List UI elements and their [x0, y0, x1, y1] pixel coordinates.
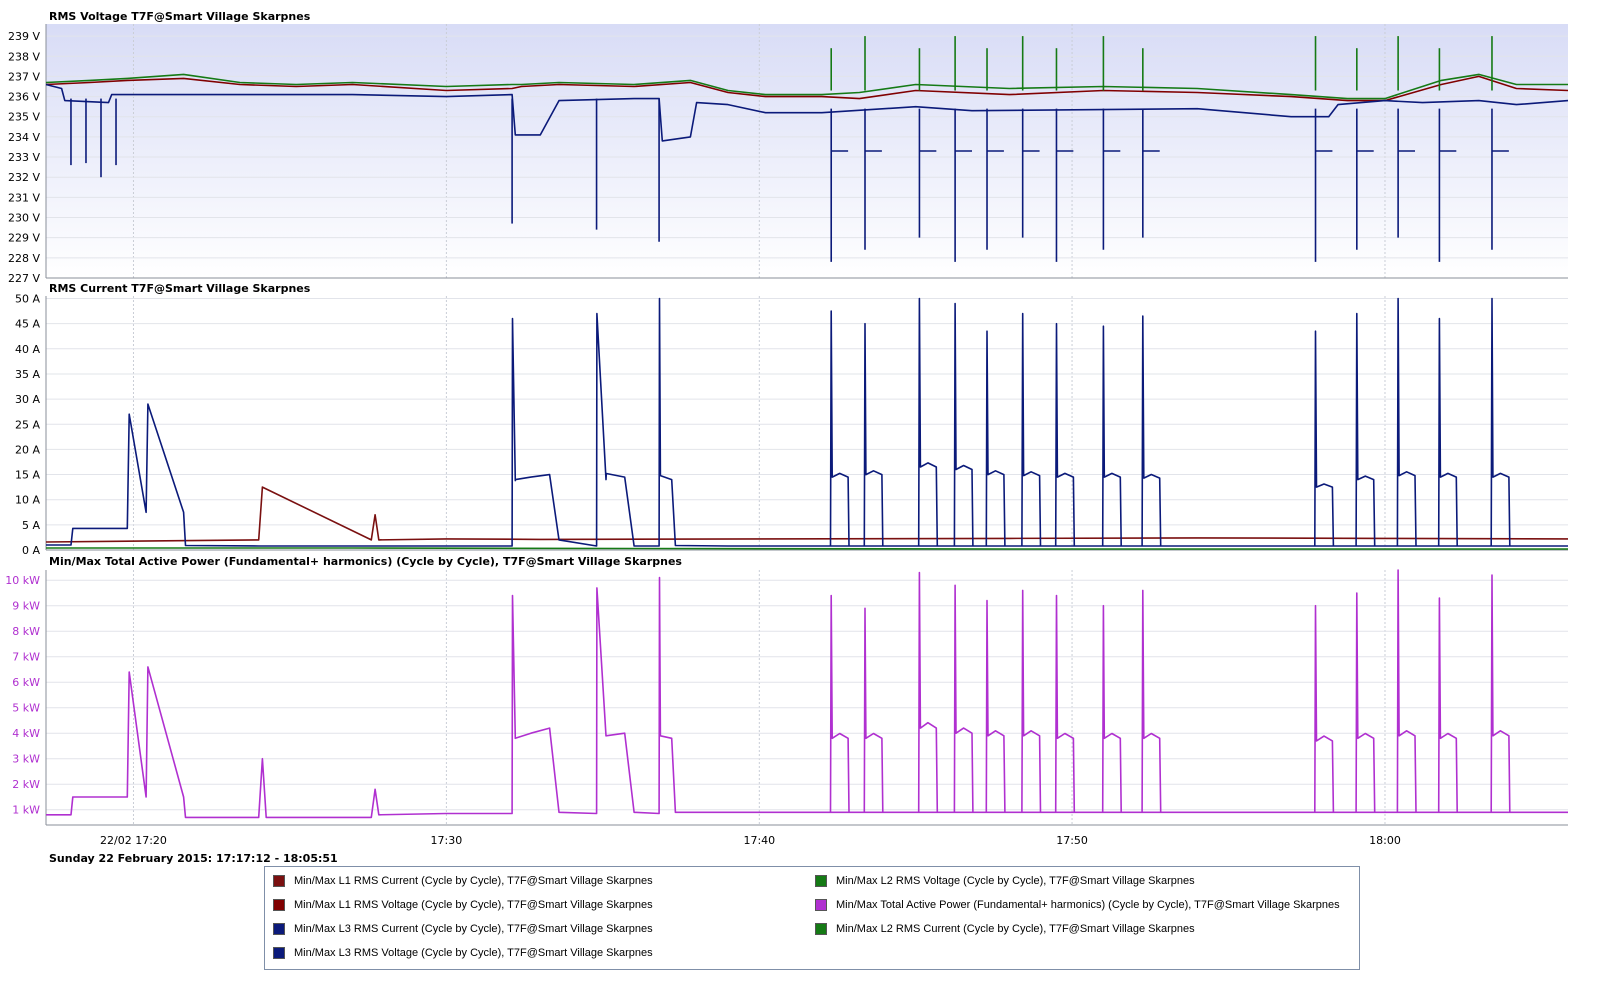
y-tick-label: 9 kW [12, 600, 40, 613]
y-tick-label: 237 V [8, 70, 40, 83]
legend-item-l2-current[interactable]: Min/Max L2 RMS Current (Cycle by Cycle),… [815, 921, 1195, 937]
y-tick-label: 25 A [15, 418, 40, 431]
legend: Min/Max L1 RMS Current (Cycle by Cycle),… [264, 866, 1360, 970]
y-tick-label: 229 V [8, 232, 40, 245]
y-tick-label: 8 kW [12, 625, 40, 638]
y-tick-label: 232 V [8, 171, 40, 184]
legend-item-l3-voltage[interactable]: Min/Max L3 RMS Voltage (Cycle by Cycle),… [273, 945, 653, 961]
legend-item-total-power[interactable]: Min/Max Total Active Power (Fundamental+… [815, 897, 1340, 913]
y-tick-label: 234 V [8, 131, 40, 144]
y-tick-label: 3 kW [12, 753, 40, 766]
y-tick-label: 228 V [8, 252, 40, 265]
chart-panel-3: 1 kW 2 kW 3 kW 4 kW 5 kW 6 kW 7 kW 8 kW 9 kW 10 k… [5, 555, 1568, 847]
y-tick-label: 7 kW [12, 651, 40, 664]
y-tick-label: 30 A [15, 393, 40, 406]
y-tick-label: 238 V [8, 50, 40, 63]
y-tick-label: 20 A [15, 443, 40, 456]
legend-label: Min/Max L3 RMS Current (Cycle by Cycle),… [294, 923, 653, 935]
y-tick-label: 35 A [15, 368, 40, 381]
legend-label: Min/Max L1 RMS Voltage (Cycle by Cycle),… [294, 899, 653, 911]
y-tick-label: 10 A [15, 494, 40, 507]
chart-panel-2: 0 A 5 A 10 A 15 A 20 A 25 A 30 A 35 A 40 A 45 A 50… [15, 282, 1569, 557]
legend-swatch-l3-voltage [273, 947, 285, 959]
legend-swatch-total-power [815, 899, 827, 911]
legend-swatch-l2-current [815, 923, 827, 935]
date-range-label: Sunday 22 February 2015: 17:17:12 - 18:0… [49, 852, 338, 865]
legend-item-l2-voltage[interactable]: Min/Max L2 RMS Voltage (Cycle by Cycle),… [815, 873, 1195, 889]
panel-title: Min/Max Total Active Power (Fundamental+… [49, 555, 682, 568]
y-tick-label: 50 A [15, 293, 40, 306]
legend-label: Min/Max L1 RMS Current (Cycle by Cycle),… [294, 875, 653, 887]
plot-background [46, 570, 1568, 825]
legend-swatch-l1-voltage [273, 899, 285, 911]
x-tick-label: 17:40 [743, 834, 775, 847]
panel-title: RMS Current T7F@Smart Village Skarpnes [49, 282, 311, 295]
y-tick-label: 45 A [15, 318, 40, 331]
panel-title: RMS Voltage T7F@Smart Village Skarpnes [49, 10, 311, 23]
legend-item-l3-current[interactable]: Min/Max L3 RMS Current (Cycle by Cycle),… [273, 921, 653, 937]
y-tick-label: 5 kW [12, 702, 40, 715]
y-tick-label: 15 A [15, 469, 40, 482]
legend-label: Min/Max Total Active Power (Fundamental+… [836, 899, 1340, 911]
legend-label: Min/Max L2 RMS Voltage (Cycle by Cycle),… [836, 875, 1195, 887]
y-tick-label: 239 V [8, 30, 40, 43]
y-tick-label: 10 kW [5, 574, 40, 587]
y-tick-label: 0 A [22, 544, 40, 557]
y-tick-label: 1 kW [12, 804, 40, 817]
y-tick-label: 227 V [8, 272, 40, 285]
legend-swatch-l1-current [273, 875, 285, 887]
y-tick-label: 6 kW [12, 676, 40, 689]
y-tick-label: 4 kW [12, 727, 40, 740]
x-tick-label: 17:50 [1056, 834, 1088, 847]
x-tick-label: 17:30 [431, 834, 463, 847]
y-tick-label: 2 kW [12, 778, 40, 791]
legend-swatch-l3-current [273, 923, 285, 935]
legend-label: Min/Max L2 RMS Current (Cycle by Cycle),… [836, 923, 1195, 935]
plot-background [46, 296, 1568, 550]
legend-item-l1-current[interactable]: Min/Max L1 RMS Current (Cycle by Cycle),… [273, 873, 653, 889]
y-tick-label: 236 V [8, 91, 40, 104]
plot-background [46, 24, 1568, 278]
legend-item-l1-voltage[interactable]: Min/Max L1 RMS Voltage (Cycle by Cycle),… [273, 897, 653, 913]
y-tick-label: 231 V [8, 191, 40, 204]
y-tick-label: 5 A [22, 519, 40, 532]
chart-panel-1: 227 V 228 V 229 V 230 V 231 V 232 V 233 V 234 V… [8, 10, 1569, 285]
y-tick-label: 235 V [8, 111, 40, 124]
y-tick-label: 40 A [15, 343, 40, 356]
chart-area: 227 V 228 V 229 V 230 V 231 V 232 V 233 V 234 V… [5, 10, 1569, 847]
legend-label: Min/Max L3 RMS Voltage (Cycle by Cycle),… [294, 947, 653, 959]
x-tick-label: 18:00 [1369, 834, 1401, 847]
legend-swatch-l2-voltage [815, 875, 827, 887]
y-tick-label: 230 V [8, 212, 40, 225]
x-tick-label: 22/02 17:20 [100, 834, 167, 847]
y-tick-label: 233 V [8, 151, 40, 164]
